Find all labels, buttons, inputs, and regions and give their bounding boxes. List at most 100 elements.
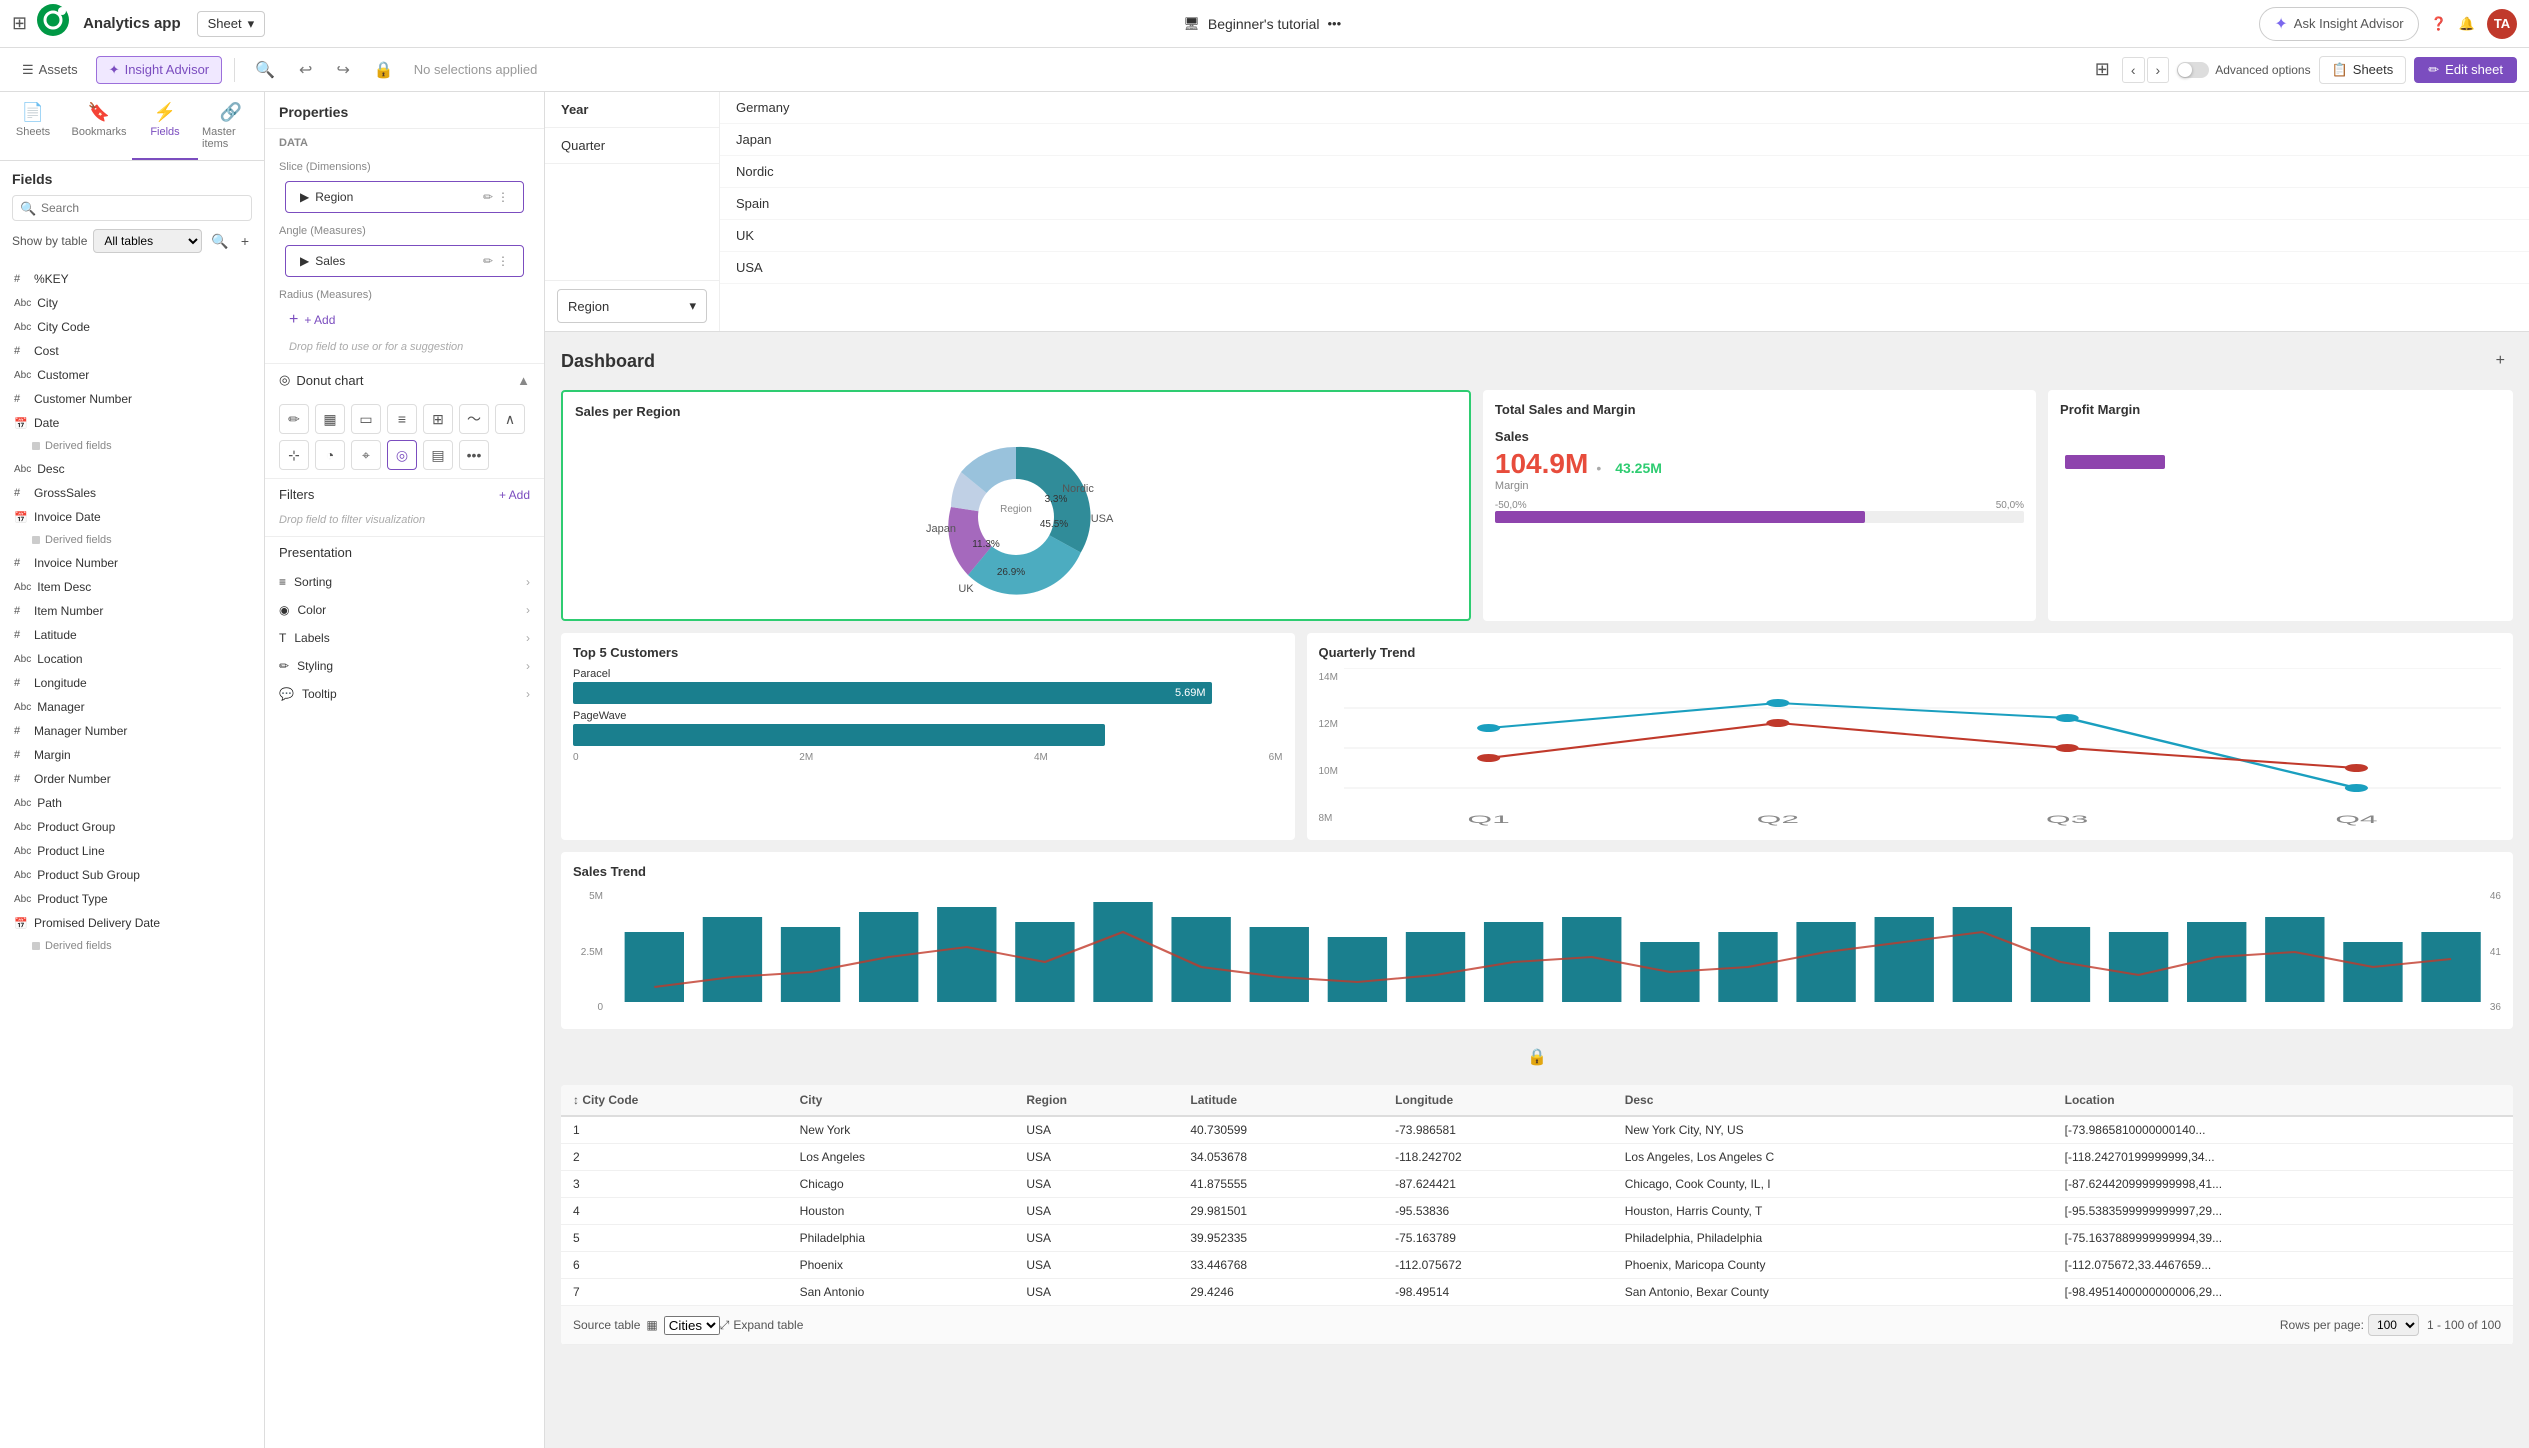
add-field-icon[interactable]: + (238, 230, 252, 252)
add-visualization-btn[interactable]: + (2488, 348, 2513, 374)
field-item[interactable]: AbcCustomer (0, 363, 264, 387)
tutorial-more-icon[interactable]: ••• (1328, 16, 1342, 31)
viz-icon-scatter[interactable]: ⊹ (279, 440, 309, 470)
col-longitude[interactable]: Longitude (1383, 1085, 1613, 1116)
region-field-item[interactable]: ▶ Region ✏ ⋮ (285, 181, 524, 213)
field-item[interactable]: AbcCity (0, 291, 264, 315)
table-row[interactable]: 7 San Antonio USA 29.4246 -98.49514 San … (561, 1279, 2513, 1306)
field-item[interactable]: #Manager Number (0, 719, 264, 743)
app-grid-icon[interactable]: ⊞ (12, 13, 27, 34)
assets-button[interactable]: ☰ Assets (12, 57, 88, 83)
sales-edit-icon[interactable]: ✏ (483, 254, 493, 268)
region-dropdown[interactable]: Region ▾ (557, 289, 707, 323)
pres-item-labels[interactable]: T Labels › (265, 624, 544, 652)
rows-per-page-selector[interactable]: 100 (2368, 1314, 2419, 1336)
sheets-button[interactable]: 📋 Sheets (2319, 56, 2407, 84)
viz-icon-more[interactable]: ••• (459, 440, 489, 470)
field-item[interactable]: AbcDesc (0, 457, 264, 481)
advanced-options-toggle[interactable]: Advanced options (2177, 62, 2310, 78)
field-item[interactable]: AbcProduct Type (0, 887, 264, 911)
edit-sheet-button[interactable]: ✏ Edit sheet (2414, 57, 2517, 83)
sales-field-item[interactable]: ▶ Sales ✏ ⋮ (285, 245, 524, 277)
toggle-track[interactable] (2177, 62, 2209, 78)
next-arrow-btn[interactable]: › (2147, 57, 2170, 83)
expand-table-btn[interactable]: ⤢ Expand table (720, 1318, 804, 1333)
field-item[interactable]: AbcProduct Line (0, 839, 264, 863)
undo-btn[interactable]: ↩ (291, 55, 320, 85)
sidebar-tab-bookmarks[interactable]: 🔖 Bookmarks (66, 92, 132, 160)
table-row[interactable]: 4 Houston USA 29.981501 -95.53836 Housto… (561, 1198, 2513, 1225)
viz-icon-stack[interactable]: ≡ (387, 404, 417, 434)
col-city[interactable]: City (788, 1085, 1015, 1116)
table-row[interactable]: 2 Los Angeles USA 34.053678 -118.242702 … (561, 1144, 2513, 1171)
col-desc[interactable]: Desc (1613, 1085, 2053, 1116)
smart-search-btn[interactable]: 🔍 (247, 55, 283, 85)
viz-icon-pie[interactable]: ◔ (315, 440, 345, 470)
fields-search-input[interactable] (12, 195, 252, 221)
sales-more-icon[interactable]: ⋮ (497, 254, 509, 268)
insight-advisor-tab[interactable]: ✦ Insight Advisor (96, 56, 222, 84)
sidebar-tab-master-items[interactable]: 🔗 Master items (198, 92, 264, 160)
region-usa[interactable]: USA (720, 252, 2529, 284)
field-item[interactable]: #%KEY (0, 267, 264, 291)
col-latitude[interactable]: Latitude (1178, 1085, 1383, 1116)
field-item[interactable]: AbcManager (0, 695, 264, 719)
field-item-derived-bottom[interactable]: Derived fields (0, 935, 264, 957)
field-item[interactable]: #Latitude (0, 623, 264, 647)
pres-item-styling[interactable]: ✏ Styling › (265, 652, 544, 680)
sidebar-tab-sheets[interactable]: 📄 Sheets (0, 92, 66, 160)
field-item[interactable]: #Item Number (0, 599, 264, 623)
add-radius-field[interactable]: + + Add (275, 305, 534, 335)
region-japan[interactable]: Japan (720, 124, 2529, 156)
year-item[interactable]: Year (545, 92, 719, 128)
field-edit-icon[interactable]: ✏ (483, 190, 493, 204)
viz-header[interactable]: ◎ Donut chart ▲ (265, 364, 544, 396)
table-row[interactable]: 3 Chicago USA 41.875555 -87.624421 Chica… (561, 1171, 2513, 1198)
region-uk[interactable]: UK (720, 220, 2529, 252)
quarter-item[interactable]: Quarter (545, 128, 719, 164)
field-item[interactable]: 📅Date (0, 411, 264, 435)
add-filter-btn[interactable]: + Add (499, 488, 530, 502)
region-germany[interactable]: Germany (720, 92, 2529, 124)
field-item[interactable]: #Cost (0, 339, 264, 363)
pres-item-sorting[interactable]: ≡ Sorting › (265, 568, 544, 596)
viz-icon-area[interactable]: ∧ (495, 404, 525, 434)
region-spain[interactable]: Spain (720, 188, 2529, 220)
prev-arrow-btn[interactable]: ‹ (2122, 57, 2145, 83)
viz-icon-funnel[interactable]: ⌖ (351, 440, 381, 470)
field-item[interactable]: AbcItem Desc (0, 575, 264, 599)
col-location[interactable]: Location (2053, 1085, 2513, 1116)
viz-icon-heat[interactable]: ▤ (423, 440, 453, 470)
table-selector[interactable]: All tables (93, 229, 202, 253)
field-item[interactable]: AbcLocation (0, 647, 264, 671)
field-item[interactable]: #Order Number (0, 767, 264, 791)
bell-icon[interactable]: 🔔 (2459, 16, 2475, 32)
field-item[interactable]: 📅Promised Delivery Date (0, 911, 264, 935)
field-item-customer-number[interactable]: #Customer Number (0, 387, 264, 411)
viz-icon-grid[interactable]: ⊞ (423, 404, 453, 434)
help-icon[interactable]: ❓ (2431, 16, 2447, 32)
field-more-icon[interactable]: ⋮ (497, 190, 509, 204)
field-item[interactable]: 📅Invoice Date (0, 505, 264, 529)
sidebar-tab-fields[interactable]: ⚡ Fields (132, 92, 198, 160)
field-item[interactable]: #Longitude (0, 671, 264, 695)
field-item[interactable]: AbcPath (0, 791, 264, 815)
user-avatar[interactable]: TA (2487, 9, 2517, 39)
search-fields-icon[interactable]: 🔍 (208, 230, 231, 253)
viz-icon-donut[interactable]: ◎ (387, 440, 417, 470)
ask-insight-btn[interactable]: ✦ Ask Insight Advisor (2259, 7, 2418, 41)
sheet-selector[interactable]: Sheet ▾ (197, 11, 266, 37)
viz-icon-line[interactable]: 〜 (459, 404, 489, 434)
field-item[interactable]: AbcProduct Sub Group (0, 863, 264, 887)
viz-icon-table[interactable]: ▦ (315, 404, 345, 434)
grid-view-icon[interactable]: ⊞ (2091, 55, 2114, 84)
table-row[interactable]: 6 Phoenix USA 33.446768 -112.075672 Phoe… (561, 1252, 2513, 1279)
region-nordic[interactable]: Nordic (720, 156, 2529, 188)
field-item-derived[interactable]: Derived fields (0, 529, 264, 551)
viz-icon-pen[interactable]: ✏ (279, 404, 309, 434)
redo-btn[interactable]: ↪ (328, 55, 357, 85)
viz-icon-bar[interactable]: ▭ (351, 404, 381, 434)
field-item[interactable]: AbcCity Code (0, 315, 264, 339)
field-item-invoice-number[interactable]: #Invoice Number (0, 551, 264, 575)
lock-btn[interactable]: 🔒 (366, 55, 402, 85)
